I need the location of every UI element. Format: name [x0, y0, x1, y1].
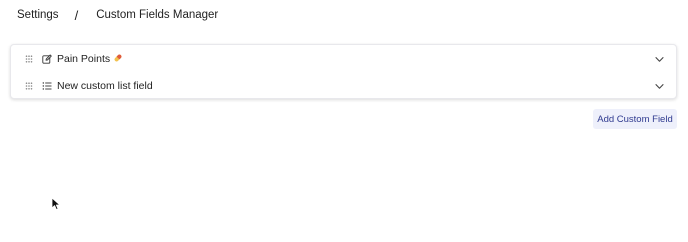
drag-handle-icon[interactable]: [25, 54, 33, 63]
page-title: Custom Fields Manager: [96, 9, 219, 21]
edit-icon: [42, 54, 52, 64]
custom-field-row-pain-points[interactable]: Pain Points: [11, 45, 676, 72]
add-custom-field-button[interactable]: Add Custom Field: [593, 109, 677, 129]
drag-handle-icon[interactable]: [25, 81, 33, 90]
breadcrumb: Settings / Custom Fields Manager: [17, 6, 218, 24]
chevron-down-icon[interactable]: [655, 56, 664, 62]
custom-field-row-new-list[interactable]: New custom list field: [11, 72, 676, 99]
custom-fields-list: Pain Points New custom list field: [10, 44, 677, 99]
mouse-cursor-icon: [51, 197, 61, 210]
list-icon: [42, 81, 52, 90]
field-label: Pain Points: [57, 52, 111, 65]
breadcrumb-settings-link[interactable]: Settings: [17, 9, 59, 21]
chevron-down-icon[interactable]: [655, 83, 664, 89]
custom-fields-page: Settings / Custom Fields Manager Pain Po…: [0, 0, 688, 242]
field-label: New custom list field: [57, 79, 153, 92]
breadcrumb-separator: /: [74, 7, 79, 23]
pill-icon: [114, 54, 122, 61]
